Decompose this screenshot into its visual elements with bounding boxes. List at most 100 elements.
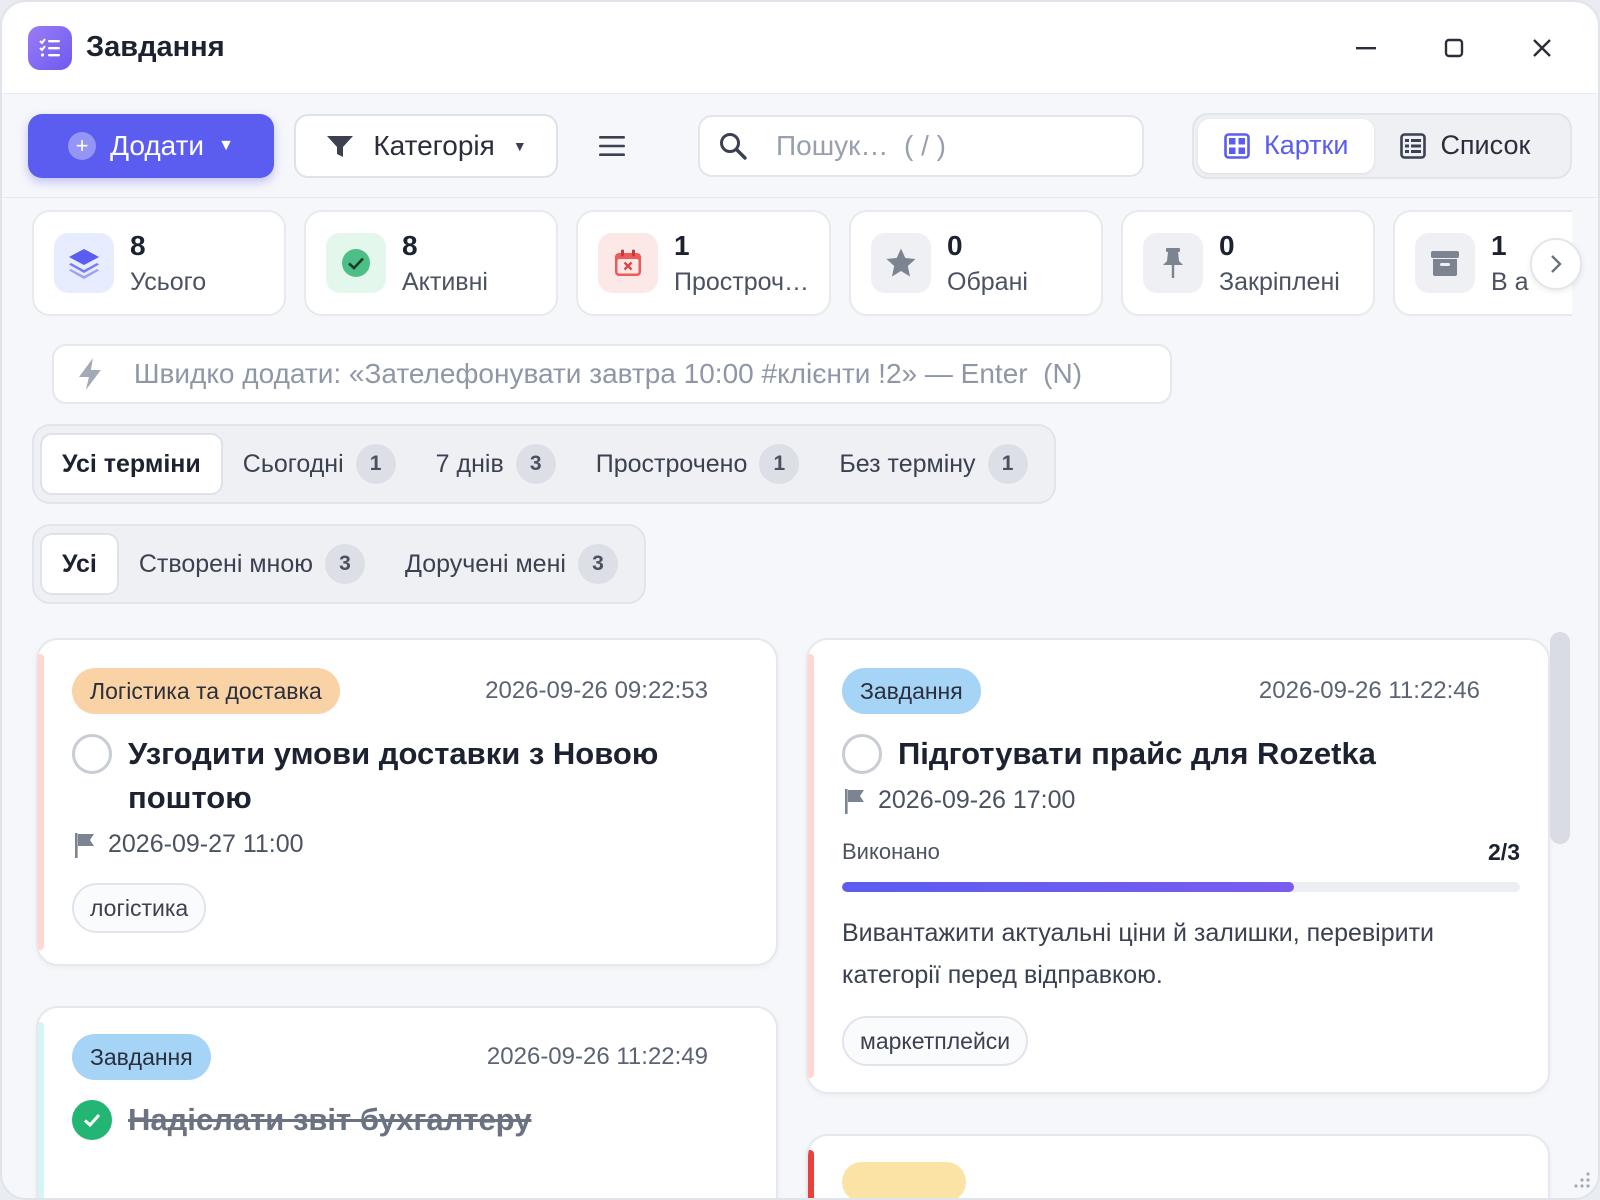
stat-total[interactable]: 8 Усього	[32, 210, 286, 316]
owner-filter-assigned-to-me[interactable]: Доручені мені 3	[385, 533, 638, 595]
plus-icon: +	[68, 131, 97, 160]
category-filter-label: Категорія	[373, 129, 495, 161]
window-title: Завдання	[86, 31, 225, 63]
maximize-icon	[1444, 38, 1464, 57]
stat-active[interactable]: 8 Активні	[304, 210, 558, 316]
due-filter-segment: Усі терміни Сьогодні 1 7 днів 3 Простроч…	[32, 424, 1056, 504]
category-tag: Завдання	[842, 668, 981, 714]
stats-row: 8 Усього 8 Активні 1 Простроч… 0 Обрані …	[32, 210, 1572, 320]
progress-count: 2/3	[1488, 839, 1520, 865]
stat-favorites-value: 0	[947, 229, 963, 261]
due-filter-label: Усі терміни	[62, 449, 201, 478]
app-window: Завдання + Додати ▼ Категорія ▼ Пошук… (…	[0, 0, 1600, 1200]
count-badge: 3	[515, 444, 556, 484]
filter-icon	[327, 135, 354, 157]
lightning-icon	[78, 358, 101, 390]
view-cards-button[interactable]: Картки	[1198, 118, 1375, 173]
progress-bar-fill	[842, 882, 1295, 892]
owner-filter-all[interactable]: Усі	[40, 533, 119, 595]
tasks-app-icon	[28, 25, 72, 70]
due-date: 2026-09-27 11:00	[108, 830, 304, 858]
minimize-button[interactable]	[1336, 23, 1396, 73]
stat-pinned[interactable]: 0 Закріплені	[1121, 210, 1376, 316]
progress-bar	[842, 882, 1520, 892]
pin-icon	[1143, 233, 1204, 293]
due-filter-no-due[interactable]: Без терміну 1	[819, 433, 1047, 495]
title-bar: Завдання	[2, 2, 1598, 94]
tag-chip[interactable]: маркетплейси	[842, 1016, 1029, 1066]
owner-filter-label: Усі	[62, 549, 97, 578]
due-date: 2026-09-26 17:00	[878, 786, 1076, 814]
search-input[interactable]	[776, 129, 1106, 162]
stat-pinned-label: Закріплені	[1219, 267, 1340, 296]
view-list-label: Список	[1440, 130, 1531, 160]
due-filter-label: 7 днів	[435, 449, 504, 478]
hamburger-icon	[599, 135, 625, 156]
layers-icon	[54, 233, 114, 293]
task-description: Вивантажити актуальні ціни й залишки, пе…	[842, 919, 1435, 989]
count-badge: 3	[577, 544, 618, 584]
archive-icon	[1415, 233, 1476, 293]
progress-label: Виконано	[842, 839, 940, 864]
stat-pinned-value: 0	[1219, 229, 1235, 261]
search-box	[698, 114, 1144, 177]
count-badge: 3	[325, 544, 365, 584]
complete-checkbox[interactable]	[72, 734, 112, 774]
task-card[interactable]	[806, 1134, 1550, 1198]
caret-down-icon: ▼	[218, 136, 234, 154]
add-button[interactable]: + Додати ▼	[28, 113, 274, 178]
task-title: Підготувати прайс для Rozetka	[898, 736, 1376, 771]
complete-checkbox[interactable]	[842, 734, 882, 774]
stat-total-label: Усього	[130, 267, 207, 296]
due-filter-label: Без терміну	[839, 449, 976, 478]
stat-overdue[interactable]: 1 Простроч…	[576, 210, 832, 316]
grid-icon	[1224, 132, 1250, 159]
due-filter-overdue[interactable]: Прострочено 1	[576, 433, 820, 495]
stat-archive-value: 1	[1491, 229, 1507, 261]
due-filter-today[interactable]: Сьогодні 1	[223, 433, 416, 495]
due-filter-label: Прострочено	[595, 449, 748, 478]
created-date: 2026-09-26 09:22:53	[485, 677, 708, 704]
count-badge: 1	[355, 444, 396, 484]
due-filter-label: Сьогодні	[242, 449, 344, 478]
task-card[interactable]: Завдання 2026-09-26 11:22:46 Підготувати…	[806, 638, 1550, 1094]
count-badge: 1	[987, 444, 1028, 484]
count-badge: 1	[759, 444, 800, 484]
owner-filter-created-by-me[interactable]: Створені мною 3	[119, 533, 385, 595]
scrollbar-thumb[interactable]	[1550, 632, 1570, 844]
view-list-button[interactable]: Список	[1374, 119, 1556, 173]
owner-filter-segment: Усі Створені мною 3 Доручені мені 3	[32, 524, 646, 604]
quick-add-box	[52, 344, 1172, 404]
category-filter-button[interactable]: Категорія ▼	[294, 113, 558, 178]
tag-chip[interactable]: логістика	[72, 883, 207, 933]
task-card[interactable]: Логістика та доставка 2026-09-26 09:22:5…	[36, 638, 778, 966]
resize-grip-icon[interactable]	[1568, 1168, 1592, 1192]
owner-filter-label: Доручені мені	[405, 549, 566, 578]
stat-favorites[interactable]: 0 Обрані	[849, 210, 1104, 316]
check-icon	[83, 1113, 101, 1128]
chevron-right-icon	[1551, 255, 1562, 273]
close-button[interactable]	[1512, 23, 1572, 73]
task-title: Узгодити умови доставки з Новою поштою	[128, 736, 659, 815]
check-circle-icon	[326, 233, 386, 293]
flag-icon	[75, 832, 94, 858]
menu-button[interactable]	[586, 120, 638, 172]
due-filter-7-days[interactable]: 7 днів 3	[416, 433, 576, 495]
stat-overdue-value: 1	[674, 229, 690, 261]
maximize-button[interactable]	[1424, 23, 1484, 73]
task-card[interactable]: Завдання 2026-09-26 11:22:49 Надіслати з…	[36, 1006, 778, 1198]
stats-scroll-next-button[interactable]	[1530, 238, 1582, 290]
due-filter-all[interactable]: Усі терміни	[40, 433, 223, 495]
category-tag	[842, 1162, 966, 1198]
flag-icon	[845, 788, 864, 814]
quick-add-input[interactable]	[133, 358, 1148, 390]
star-icon	[871, 233, 932, 293]
task-title: Надіслати звіт бухгалтеру	[128, 1102, 532, 1137]
complete-checkbox[interactable]	[72, 1100, 112, 1140]
close-icon	[1533, 38, 1551, 57]
stat-active-value: 8	[402, 229, 418, 261]
list-icon	[1400, 132, 1427, 159]
minimize-icon	[1356, 46, 1376, 49]
view-toggle: Картки Список	[1192, 112, 1572, 179]
add-button-label: Додати	[110, 129, 205, 161]
